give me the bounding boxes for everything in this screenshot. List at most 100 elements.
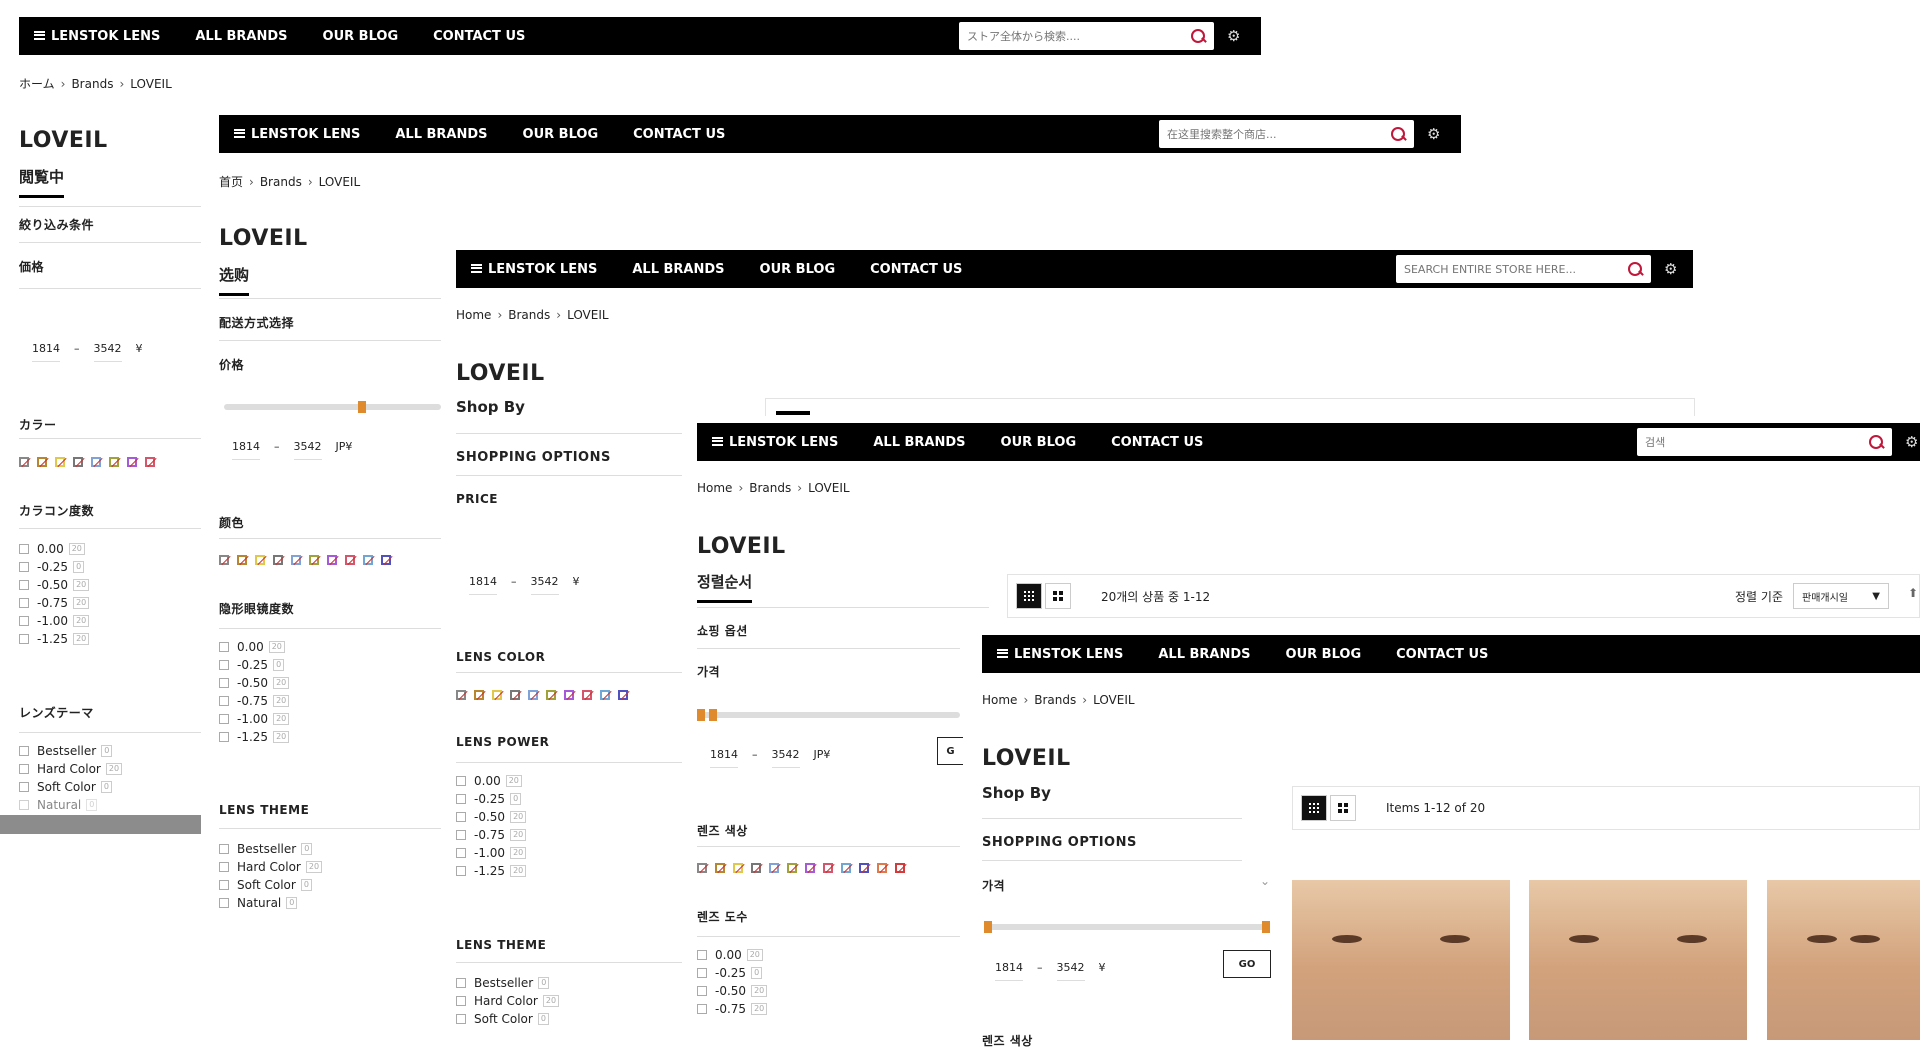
list-item[interactable]: 0.00 20 (219, 638, 289, 656)
nav-all-brands[interactable]: ALL BRANDS (632, 262, 724, 277)
checkbox[interactable] (456, 866, 466, 876)
checkbox[interactable] (19, 598, 29, 608)
list-item[interactable]: -0.50 20 (456, 808, 527, 826)
checkbox[interactable] (19, 800, 29, 810)
list-item[interactable]: -1.00 20 (19, 612, 90, 630)
color-swatch[interactable] (751, 863, 761, 873)
color-swatch[interactable] (291, 555, 301, 565)
price-filter-label[interactable]: 가격 (982, 877, 1005, 894)
list-item[interactable]: 0.00 20 (456, 772, 526, 790)
product-image[interactable] (1529, 880, 1747, 1040)
color-swatch[interactable] (733, 863, 743, 873)
list-item[interactable]: Hard Color 20 (456, 992, 560, 1010)
checkbox[interactable] (19, 616, 29, 626)
checkbox[interactable] (219, 642, 229, 652)
list-item[interactable]: Natural 0 (219, 894, 322, 912)
color-swatch[interactable] (127, 457, 137, 467)
checkbox[interactable] (219, 696, 229, 706)
list-item[interactable]: -0.50 20 (219, 674, 290, 692)
price-to[interactable]: 3542 (530, 575, 559, 595)
list-item[interactable]: -0.25 0 (219, 656, 289, 674)
checkbox[interactable] (697, 968, 707, 978)
nav-our-blog[interactable]: OUR BLOG (760, 262, 836, 277)
breadcrumb-home[interactable]: ホーム (19, 77, 55, 91)
color-swatch[interactable] (582, 690, 592, 700)
checkbox[interactable] (219, 660, 229, 670)
color-swatch[interactable] (510, 690, 520, 700)
color-swatch[interactable] (273, 555, 283, 565)
settings-gear-icon[interactable]: ⚙ (1664, 260, 1682, 278)
nav-brand-menu[interactable]: LENSTOK LENS (471, 262, 597, 277)
color-swatch[interactable] (55, 457, 65, 467)
color-swatch[interactable] (145, 457, 155, 467)
list-item[interactable]: -1.00 20 (456, 844, 527, 862)
settings-gear-icon[interactable]: ⚙ (1427, 125, 1445, 143)
checkbox[interactable] (19, 580, 29, 590)
breadcrumb-home[interactable]: Home (697, 481, 732, 495)
price-to[interactable]: 3542 (293, 440, 322, 460)
theme-filter-label[interactable]: LENS THEME (456, 938, 546, 952)
color-swatch[interactable] (546, 690, 556, 700)
nav-contact-us[interactable]: CONTACT US (1111, 435, 1203, 450)
checkbox[interactable] (456, 1014, 466, 1024)
breadcrumb-brands[interactable]: Brands (71, 77, 113, 91)
nav-all-brands[interactable]: ALL BRANDS (1158, 647, 1250, 662)
color-swatch[interactable] (895, 863, 905, 873)
power-filter-label[interactable]: LENS POWER (456, 735, 549, 749)
price-from[interactable]: 1814 (469, 575, 497, 595)
slider-handle[interactable] (697, 709, 705, 721)
slider-handle[interactable] (984, 921, 992, 933)
checkbox[interactable] (697, 986, 707, 996)
color-swatch[interactable] (787, 863, 797, 873)
nav-all-brands[interactable]: ALL BRANDS (195, 29, 287, 44)
nav-brand-menu[interactable]: LENSTOK LENS (234, 127, 360, 142)
search-icon[interactable] (1868, 434, 1884, 450)
checkbox[interactable] (219, 714, 229, 724)
checkbox[interactable] (219, 732, 229, 742)
search-input[interactable] (1404, 262, 1627, 276)
price-from[interactable]: 1814 (710, 748, 738, 768)
checkbox[interactable] (19, 634, 29, 644)
slider-handle[interactable] (709, 709, 717, 721)
nav-contact-us[interactable]: CONTACT US (870, 262, 962, 277)
color-swatch[interactable] (345, 555, 355, 565)
color-swatch[interactable] (363, 555, 373, 565)
list-item[interactable]: -0.25 0 (19, 558, 89, 576)
list-item[interactable]: Soft Color 0 (456, 1010, 559, 1028)
breadcrumb-brands[interactable]: Brands (1034, 693, 1076, 707)
checkbox[interactable] (219, 880, 229, 890)
breadcrumb-home[interactable]: Home (982, 693, 1017, 707)
nav-brand-menu[interactable]: LENSTOK LENS (997, 647, 1123, 662)
list-item[interactable]: 0.00 20 (697, 946, 767, 964)
price-to[interactable]: 3542 (93, 342, 122, 362)
nav-brand-menu[interactable]: LENSTOK LENS (34, 29, 160, 44)
search-icon[interactable] (1190, 28, 1206, 44)
price-from[interactable]: 1814 (32, 342, 60, 362)
nav-our-blog[interactable]: OUR BLOG (523, 127, 599, 142)
list-item[interactable]: Soft Color 0 (219, 876, 322, 894)
list-item[interactable]: Hard Color 20 (19, 760, 123, 778)
color-filter-label[interactable]: 렌즈 색상 (697, 822, 748, 839)
list-item[interactable]: -0.25 0 (456, 790, 526, 808)
price-filter-label[interactable]: 价格 (219, 356, 244, 373)
list-view-button[interactable] (1045, 583, 1071, 609)
checkbox[interactable] (219, 678, 229, 688)
checkbox[interactable] (456, 996, 466, 1006)
checkbox[interactable] (19, 782, 29, 792)
list-view-button[interactable] (1330, 795, 1356, 821)
go-button[interactable]: G (937, 737, 963, 765)
search-icon[interactable] (1390, 126, 1406, 142)
color-filter-label[interactable]: LENS COLOR (456, 650, 545, 664)
slider-handle[interactable] (358, 401, 366, 413)
chevron-down-icon[interactable]: ⌄ (1260, 874, 1270, 888)
checkbox[interactable] (19, 544, 29, 554)
list-item[interactable]: Bestseller 0 (19, 742, 122, 760)
color-swatch[interactable] (19, 457, 29, 467)
arrow-up-icon[interactable]: ⬆ (1908, 586, 1918, 600)
nav-contact-us[interactable]: CONTACT US (1396, 647, 1488, 662)
list-item[interactable]: -0.50 20 (19, 576, 90, 594)
breadcrumb-brands[interactable]: Brands (508, 308, 550, 322)
color-swatch[interactable] (237, 555, 247, 565)
checkbox[interactable] (219, 844, 229, 854)
color-filter-label[interactable]: 렌즈 색상 (982, 1032, 1033, 1049)
